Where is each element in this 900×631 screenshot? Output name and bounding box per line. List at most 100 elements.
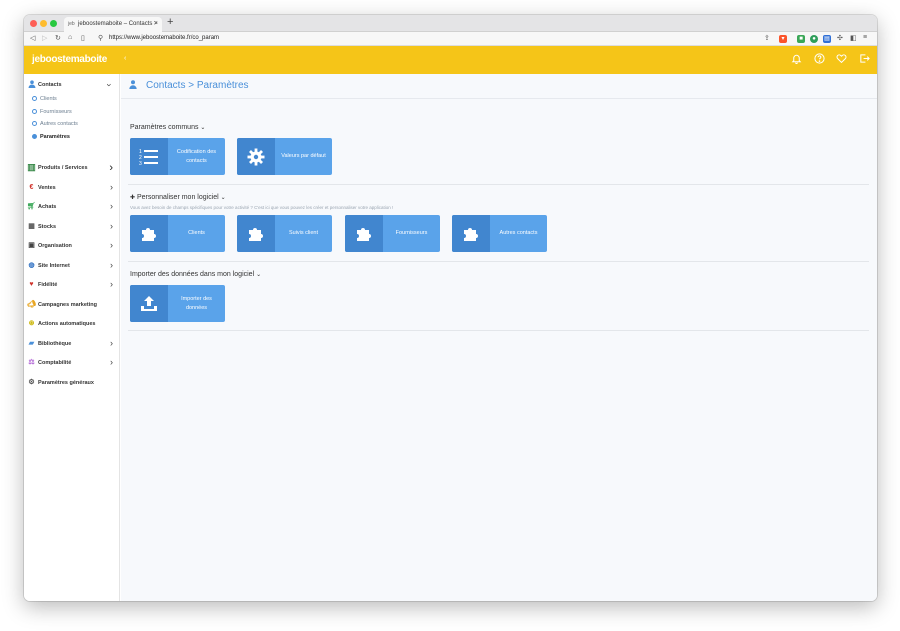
- sidebar-subitem-fournisseurs[interactable]: Fournisseurs: [32, 109, 72, 115]
- sidebar-item-fidelite[interactable]: ♥ Fidélité ›: [24, 276, 120, 294]
- brave-shield-icon[interactable]: ▾: [779, 35, 787, 43]
- section-toggle-custom[interactable]: ✚ Personnaliser mon logiciel ⌄: [130, 194, 226, 201]
- collapse-sidebar-button[interactable]: ‹: [124, 55, 126, 62]
- minimize-window-button[interactable]: [40, 20, 47, 27]
- chevron-right-icon: ›: [110, 279, 113, 289]
- main-content: Contacts > Paramètres Paramètres communs…: [121, 74, 877, 601]
- extension-a-icon[interactable]: ■: [797, 35, 805, 43]
- tile-custom-autres-contacts[interactable]: Autres contacts: [452, 215, 547, 252]
- extension-b-icon[interactable]: ●: [810, 35, 818, 43]
- sidebar-item-organisation[interactable]: ▣ Organisation ›: [24, 237, 120, 255]
- bell-icon[interactable]: [790, 53, 803, 66]
- chevron-right-icon: ›: [110, 221, 113, 231]
- browser-window: jeb jeboostemaboite – Contacts > × + ◁ ▷…: [24, 15, 877, 601]
- breadcrumb: Contacts > Paramètres: [146, 80, 249, 91]
- chevron-down-icon: ⌄: [220, 195, 226, 201]
- browser-tab[interactable]: jeb jeboostemaboite – Contacts > ×: [64, 17, 162, 32]
- close-tab-icon[interactable]: ×: [154, 20, 158, 27]
- tile-custom-fournisseurs[interactable]: Fournisseurs: [345, 215, 440, 252]
- tile-custom-suivis-client[interactable]: Suivis client: [237, 215, 332, 252]
- tile-valeurs-par-defaut[interactable]: Valeurs par défaut: [237, 138, 332, 175]
- bullet-icon: [32, 121, 37, 126]
- site-settings-icon[interactable]: ⚲: [98, 34, 103, 42]
- sidebar-subitem-autres-contacts[interactable]: Autres contacts: [32, 121, 78, 127]
- home-icon[interactable]: ⌂: [68, 34, 72, 41]
- bullet-icon: [32, 134, 37, 139]
- close-window-button[interactable]: [30, 20, 37, 27]
- tile-importer-donnees[interactable]: Importer des données: [130, 285, 225, 322]
- tab-title: jeboostemaboite – Contacts >: [78, 21, 158, 27]
- sidebar-item-contacts[interactable]: Contacts ›: [24, 76, 120, 94]
- maximize-window-button[interactable]: [50, 20, 57, 27]
- divider: [128, 261, 869, 262]
- calendar-icon: ▣: [28, 242, 35, 249]
- forward-icon[interactable]: ▷: [42, 34, 47, 42]
- user-icon: [129, 80, 137, 91]
- puzzle-icon: [130, 215, 168, 252]
- section-toggle-common[interactable]: Paramètres communs ⌄: [130, 124, 205, 131]
- back-icon[interactable]: ◁: [30, 34, 35, 42]
- sidebar-item-actions-automatiques[interactable]: ⊛ Actions automatiques: [24, 315, 120, 333]
- sidebar-subitem-clients[interactable]: Clients: [32, 96, 57, 102]
- share-icon[interactable]: ⇪: [764, 34, 770, 42]
- tile-codification-contacts[interactable]: 123 Codification des contacts: [130, 138, 225, 175]
- section-description: Vous avez besoin de champs spécifiques p…: [130, 205, 394, 210]
- sidebar-item-campagnes-marketing[interactable]: 📣︎ Campagnes marketing: [24, 296, 120, 314]
- section-toggle-import[interactable]: Importer des données dans mon logiciel ⌄: [130, 271, 261, 278]
- puzzle-icon: [452, 215, 490, 252]
- heart-icon[interactable]: [835, 53, 848, 66]
- cart-icon: 🛒︎: [27, 203, 36, 210]
- sidebar: Contacts › Clients Fournisseurs Autres c…: [24, 74, 120, 601]
- barcode-icon: ▥: [27, 162, 36, 172]
- sidebar-item-bibliotheque[interactable]: ▰ Bibliothèque ›: [24, 335, 120, 353]
- url-field[interactable]: https://www.jeboostemaboite.fr/co_param: [109, 35, 219, 41]
- puzzle-icon: ✚: [130, 195, 136, 201]
- heart-icon: ♥: [29, 281, 34, 288]
- gear-icon: [237, 138, 275, 175]
- sidebar-item-parametres-generaux[interactable]: ⚙ Paramètres généraux: [24, 374, 120, 392]
- list-numbered-icon: 123: [130, 138, 168, 175]
- extension-c-icon[interactable]: ▤: [823, 35, 831, 43]
- svg-text:3: 3: [139, 161, 142, 166]
- tab-bar: jeb jeboostemaboite – Contacts > × +: [24, 15, 877, 32]
- chevron-right-icon: ›: [110, 260, 113, 270]
- megaphone-icon: 📣︎: [27, 301, 36, 308]
- sidebar-toggle-icon[interactable]: ◧: [850, 34, 857, 42]
- app-logo[interactable]: jeboostemaboite: [32, 54, 107, 65]
- sidebar-subitem-parametres[interactable]: Paramètres: [32, 134, 70, 140]
- bullet-icon: [32, 109, 37, 114]
- user-icon: [27, 80, 36, 89]
- scales-icon: ⚖: [28, 359, 35, 366]
- favicon-icon: jeb: [68, 21, 75, 27]
- logout-icon[interactable]: [858, 53, 871, 66]
- sidebar-item-ventes[interactable]: € Ventes ›: [24, 179, 120, 197]
- gear-icon: ⚙: [28, 379, 35, 386]
- sidebar-item-site-internet[interactable]: ◍ Site Internet ›: [24, 257, 120, 275]
- chevron-down-icon: ⌄: [200, 125, 206, 131]
- chevron-right-icon: ›: [110, 338, 113, 348]
- bookmark-icon[interactable]: ▯: [81, 34, 85, 42]
- boxes-icon: ▦: [28, 223, 35, 230]
- chevron-down-icon: ⌄: [256, 272, 262, 278]
- chevron-right-icon: ›: [110, 240, 113, 250]
- page-title: Contacts > Paramètres: [129, 80, 249, 91]
- menu-icon[interactable]: ≡: [863, 34, 867, 41]
- auto-icon: ⊛: [28, 320, 35, 327]
- help-icon[interactable]: [813, 53, 826, 66]
- sidebar-item-stocks[interactable]: ▦ Stocks ›: [24, 218, 120, 236]
- tile-custom-clients[interactable]: Clients: [130, 215, 225, 252]
- new-tab-button[interactable]: +: [167, 16, 173, 28]
- extensions-icon[interactable]: ✣: [837, 34, 843, 42]
- divider: [128, 184, 869, 185]
- chevron-right-icon: ›: [110, 201, 113, 211]
- reload-icon[interactable]: ↻: [55, 34, 61, 42]
- sidebar-item-achats[interactable]: 🛒︎ Achats ›: [24, 198, 120, 216]
- sidebar-item-produits-services[interactable]: ▥ Produits / Services ›: [24, 159, 120, 177]
- chevron-right-icon: ›: [109, 162, 113, 174]
- puzzle-icon: [237, 215, 275, 252]
- chevron-right-icon: ›: [110, 357, 113, 367]
- address-bar: ◁ ▷ ↻ ⌂ ▯ ⚲ https://www.jeboostemaboite.…: [24, 32, 877, 46]
- divider: [128, 330, 869, 331]
- puzzle-icon: [345, 215, 383, 252]
- sidebar-item-comptabilite[interactable]: ⚖ Comptabilité ›: [24, 354, 120, 372]
